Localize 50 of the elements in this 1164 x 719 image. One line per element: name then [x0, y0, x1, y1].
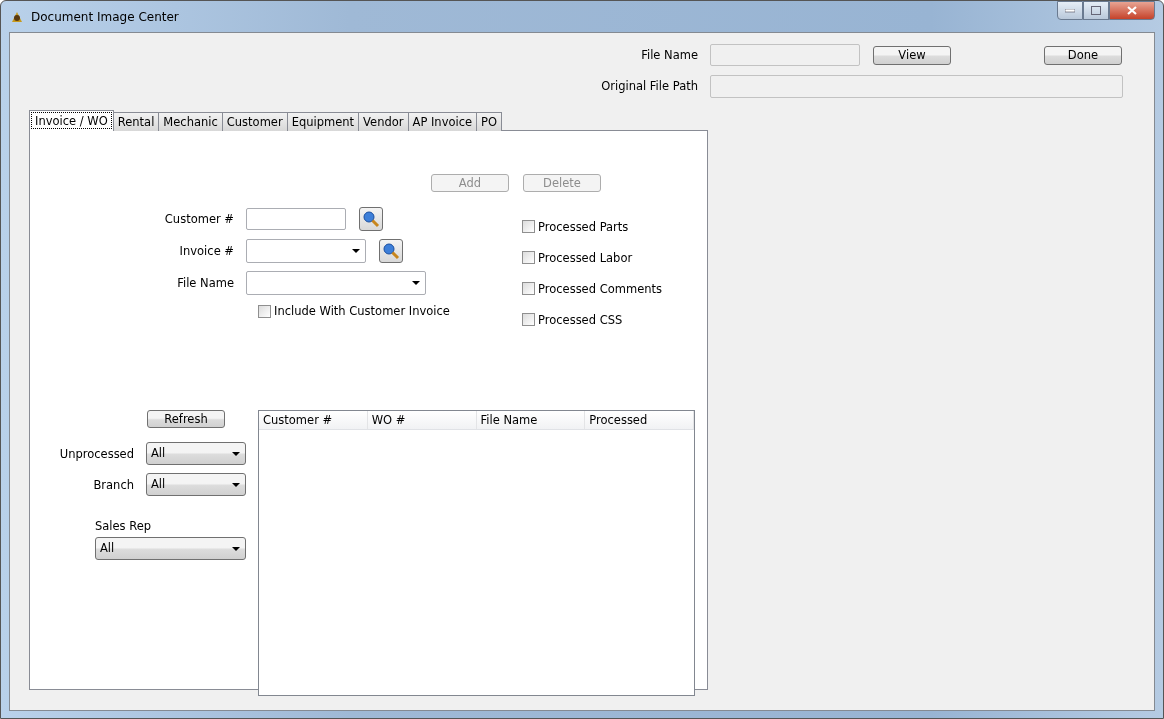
maximize-button[interactable]	[1083, 1, 1109, 20]
unprocessed-dropdown[interactable]: All	[146, 442, 246, 465]
column-header[interactable]: File Name	[476, 411, 586, 429]
tab[interactable]: PO	[476, 112, 503, 131]
checkbox-label: Processed Labor	[538, 250, 633, 265]
original-file-path-label: Original File Path	[600, 79, 699, 93]
window-title: Document Image Center	[31, 9, 179, 24]
maximize-icon	[1091, 6, 1101, 15]
tab[interactable]: Mechanic	[158, 112, 223, 131]
customer-field[interactable]	[246, 208, 346, 230]
tab[interactable]: Vendor	[358, 112, 409, 131]
view-button[interactable]: View	[873, 45, 951, 65]
unprocessed-label: Unprocessed	[58, 446, 135, 461]
checkbox-label: Processed CSS	[538, 312, 623, 327]
close-button[interactable]	[1109, 1, 1155, 20]
search-button[interactable]	[379, 239, 403, 263]
tab[interactable]: Customer	[221, 112, 288, 131]
done-button[interactable]: Done	[1044, 45, 1122, 65]
invoice-dropdown[interactable]	[246, 239, 366, 263]
minimize-icon	[1065, 8, 1075, 13]
column-header[interactable]: WO #	[367, 411, 477, 429]
refresh-button[interactable]: Refresh	[147, 410, 225, 428]
sales-rep-label: Sales Rep	[95, 519, 153, 533]
minimize-button[interactable]	[1057, 1, 1083, 20]
customer-label: Customer #	[163, 212, 235, 226]
search-button[interactable]	[359, 207, 383, 231]
include-label: Include With Customer Invoice	[274, 304, 450, 318]
file-name-dropdown[interactable]	[246, 271, 426, 295]
tab[interactable]: AP Invoice	[407, 112, 478, 131]
branch-dropdown[interactable]: All	[146, 473, 246, 496]
file-name-label: File Name	[176, 276, 235, 290]
branch-label: Branch	[92, 477, 135, 492]
sales-rep-dropdown[interactable]: All	[95, 537, 246, 560]
column-header[interactable]: Processed	[585, 411, 694, 429]
checkbox-label: Processed Parts	[538, 219, 629, 234]
checkbox-label: Processed Comments	[538, 281, 662, 296]
invoice-label: Invoice #	[178, 244, 235, 258]
tab[interactable]: Rental	[112, 112, 160, 131]
checkbox[interactable]	[258, 304, 271, 318]
tab[interactable]: Equipment	[286, 112, 360, 131]
close-icon	[1127, 6, 1137, 15]
file-name-label: File Name	[640, 48, 699, 62]
column-header[interactable]: Customer #	[259, 411, 368, 429]
tab[interactable]: Invoice / WO	[29, 110, 114, 131]
file-name-field[interactable]	[710, 44, 860, 66]
original-file-path-field[interactable]	[710, 74, 1123, 98]
checkbox[interactable]	[522, 313, 535, 326]
checkbox[interactable]	[522, 251, 535, 264]
checkbox[interactable]	[522, 282, 535, 295]
checkbox[interactable]	[522, 220, 535, 233]
